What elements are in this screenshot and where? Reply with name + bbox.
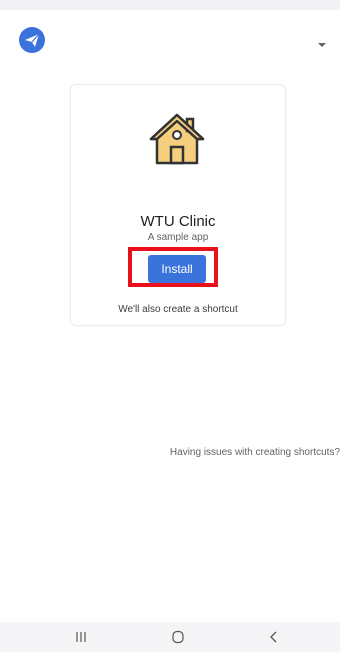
paper-plane-icon[interactable] [18,26,46,54]
house-icon [147,111,207,167]
status-bar [0,0,340,10]
shortcut-note: We'll also create a shortcut [118,304,238,315]
install-card: WTU Clinic A sample app Install We'll al… [70,84,286,326]
navigation-bar [0,622,340,652]
shortcut-help-link[interactable]: Having issues with creating shortcuts? [140,447,340,458]
install-button[interactable]: Install [148,255,206,283]
header [0,20,340,60]
home-icon[interactable] [171,630,185,644]
app-description: A sample app [147,232,209,243]
recents-icon[interactable] [74,630,88,644]
app-name: WTU Clinic [140,213,216,230]
caret-down-icon[interactable] [317,36,327,47]
back-icon[interactable] [268,630,280,644]
